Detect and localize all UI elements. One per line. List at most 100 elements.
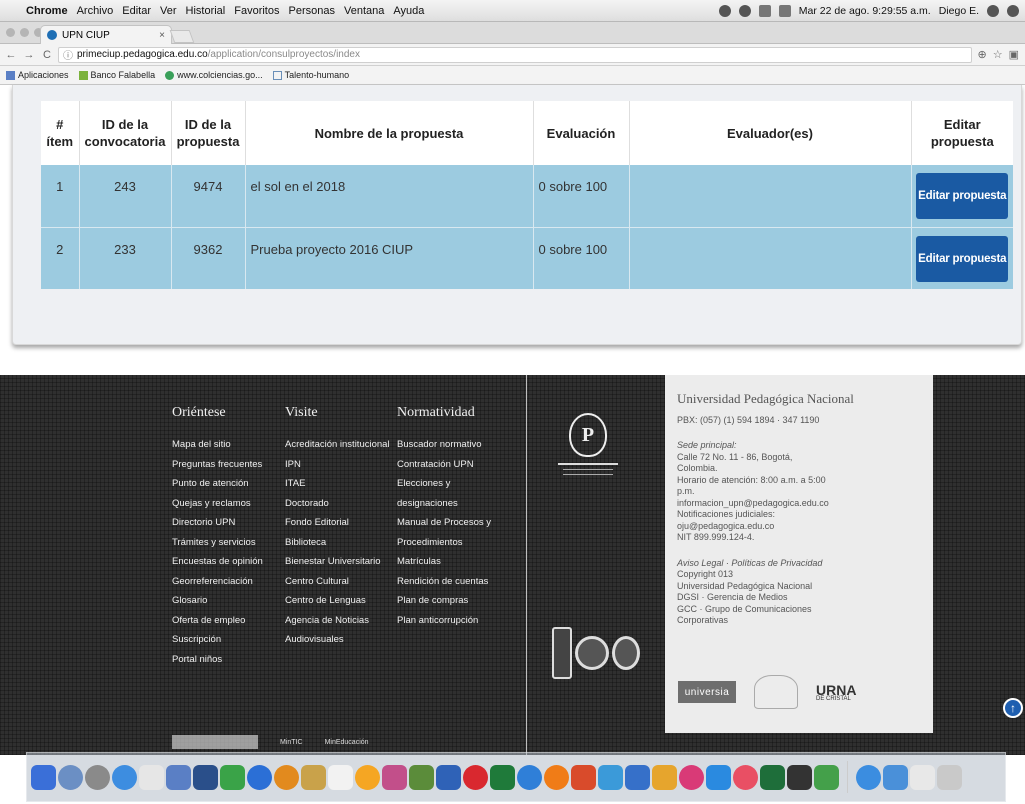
edit-proposal-button[interactable]: Editar propuesta xyxy=(916,173,1009,219)
notes-icon[interactable] xyxy=(301,764,326,790)
trash-icon[interactable] xyxy=(937,764,962,790)
app-icon[interactable] xyxy=(760,764,785,790)
document-icon[interactable] xyxy=(910,764,935,790)
menu-historial[interactable]: Historial xyxy=(186,5,226,17)
footer-link[interactable]: Audiovisuales xyxy=(285,634,390,654)
footer-link[interactable]: Mapa del sitio xyxy=(172,439,263,459)
legal-links[interactable]: Aviso Legal · Políticas de Privacidad xyxy=(677,558,921,570)
footer-link[interactable]: Encuestas de opinión xyxy=(172,556,263,576)
bookmark-star-icon[interactable]: ☆ xyxy=(993,48,1003,61)
excel-icon[interactable] xyxy=(490,764,515,790)
back-icon[interactable]: ← xyxy=(4,49,18,61)
clock-icon[interactable] xyxy=(738,4,751,17)
photos-app-icon[interactable] xyxy=(166,764,191,790)
word-icon[interactable] xyxy=(436,764,461,790)
opera-icon[interactable] xyxy=(355,764,380,790)
powerpoint-icon[interactable] xyxy=(571,764,596,790)
gov-logo[interactable] xyxy=(172,735,258,749)
app-icon[interactable] xyxy=(517,764,542,790)
zoom-icon[interactable]: ⊕ xyxy=(978,48,987,61)
folder-icon[interactable] xyxy=(883,764,908,790)
app-icon[interactable] xyxy=(544,764,569,790)
footer-link[interactable]: Centro Cultural xyxy=(285,576,390,596)
wifi-icon[interactable] xyxy=(758,4,771,17)
footer-link[interactable]: Punto de atención xyxy=(172,478,263,498)
ibooks-icon[interactable] xyxy=(274,764,299,790)
footer-link[interactable]: Suscripción xyxy=(172,634,263,654)
finder-icon[interactable] xyxy=(31,764,56,790)
footer-link[interactable]: Centro de Lenguas xyxy=(285,595,390,615)
email-link[interactable]: informacion_upn@pedagogica.edu.co xyxy=(677,498,921,510)
footer-link[interactable]: Buscador normativo xyxy=(397,439,491,459)
forward-icon[interactable]: → xyxy=(22,49,36,61)
spotlight-icon[interactable] xyxy=(987,4,999,17)
close-window-icon[interactable] xyxy=(6,28,15,37)
menu-editar[interactable]: Editar xyxy=(122,5,151,17)
close-tab-icon[interactable]: × xyxy=(159,30,165,41)
footer-link[interactable]: Procedimientos xyxy=(397,537,491,557)
mineducacion-logo[interactable]: MinEducación xyxy=(325,739,369,746)
scroll-top-icon[interactable]: ↑ xyxy=(1003,698,1023,718)
menu-ver[interactable]: Ver xyxy=(160,5,177,17)
footer-link[interactable]: Biblioteca xyxy=(285,537,390,557)
menubar-user[interactable]: Diego E. xyxy=(939,5,979,17)
book-foundation-logo[interactable] xyxy=(754,675,798,709)
footer-link[interactable]: Bienestar Universitario xyxy=(285,556,390,576)
bookmark-banco[interactable]: Banco Falabella xyxy=(78,70,155,80)
menu-favoritos[interactable]: Favoritos xyxy=(234,5,279,17)
downloads-icon[interactable] xyxy=(856,764,881,790)
footer-link[interactable]: IPN xyxy=(285,459,390,479)
no-entry-app-icon[interactable] xyxy=(139,764,164,790)
menu-ventana[interactable]: Ventana xyxy=(344,5,384,17)
menu-archivo[interactable]: Archivo xyxy=(77,5,114,17)
email-link[interactable]: oju@pedagogica.edu.co xyxy=(677,521,921,533)
app-icon[interactable] xyxy=(652,764,677,790)
minimize-window-icon[interactable] xyxy=(20,28,29,37)
calendar-icon[interactable] xyxy=(328,764,353,790)
universia-logo[interactable]: universia xyxy=(678,681,736,703)
app-icon[interactable] xyxy=(679,764,704,790)
app-icon[interactable] xyxy=(706,764,731,790)
bookmark-colciencias[interactable]: www.colciencias.go... xyxy=(165,70,263,80)
footer-link[interactable]: Doctorado xyxy=(285,498,390,518)
info-icon[interactable]: ⓘ xyxy=(63,47,73,62)
app-icon[interactable] xyxy=(463,764,488,790)
notifications-icon[interactable] xyxy=(1007,4,1019,17)
itunes-icon[interactable] xyxy=(247,764,272,790)
url-input[interactable]: ⓘ primeciup.pedagogica.edu.co /applicati… xyxy=(58,46,972,63)
menu-app-name[interactable]: Chrome xyxy=(26,5,68,17)
extension-icon[interactable]: ▣ xyxy=(1009,48,1019,61)
footer-link[interactable]: Oferta de empleo xyxy=(172,615,263,635)
volume-icon[interactable] xyxy=(778,4,791,17)
footer-link[interactable]: Elecciones y xyxy=(397,478,491,498)
footer-link[interactable]: Preguntas frecuentes xyxy=(172,459,263,479)
app-icon[interactable] xyxy=(733,764,758,790)
browser-tab-active[interactable]: UPN CIUP × xyxy=(40,25,172,44)
footer-link[interactable]: designaciones xyxy=(397,498,491,518)
menu-personas[interactable]: Personas xyxy=(289,5,335,17)
app-icon[interactable] xyxy=(193,764,218,790)
new-tab-button[interactable] xyxy=(169,30,195,43)
menubar-datetime[interactable]: Mar 22 de ago. 9:29:55 a.m. xyxy=(799,5,931,17)
footer-link[interactable]: Acreditación institucional xyxy=(285,439,390,459)
safari-icon[interactable] xyxy=(112,764,137,790)
footer-link[interactable]: Plan de compras xyxy=(397,595,491,615)
university-seal-logo[interactable]: P xyxy=(558,413,618,523)
bookmark-talento[interactable]: Talento-humano xyxy=(272,70,349,80)
footer-link[interactable]: Rendición de cuentas xyxy=(397,576,491,596)
app-icon[interactable] xyxy=(814,764,839,790)
footer-link[interactable]: Directorio UPN xyxy=(172,517,263,537)
footer-link[interactable]: Quejas y reclamos xyxy=(172,498,263,518)
status-icon[interactable] xyxy=(718,4,731,17)
app-icon[interactable] xyxy=(787,764,812,790)
footer-link[interactable]: Georreferenciación xyxy=(172,576,263,596)
edit-proposal-button[interactable]: Editar propuesta xyxy=(916,235,1009,282)
footer-link[interactable]: ITAE xyxy=(285,478,390,498)
footer-link[interactable]: Trámites y servicios xyxy=(172,537,263,557)
bookmark-apps[interactable]: Aplicaciones xyxy=(6,70,69,80)
footer-link[interactable]: Fondo Editorial xyxy=(285,517,390,537)
app-icon[interactable] xyxy=(598,764,623,790)
footer-link[interactable]: Manual de Procesos y xyxy=(397,517,491,537)
footer-link[interactable]: Portal niños xyxy=(172,654,263,674)
footer-link[interactable]: Agencia de Noticias xyxy=(285,615,390,635)
